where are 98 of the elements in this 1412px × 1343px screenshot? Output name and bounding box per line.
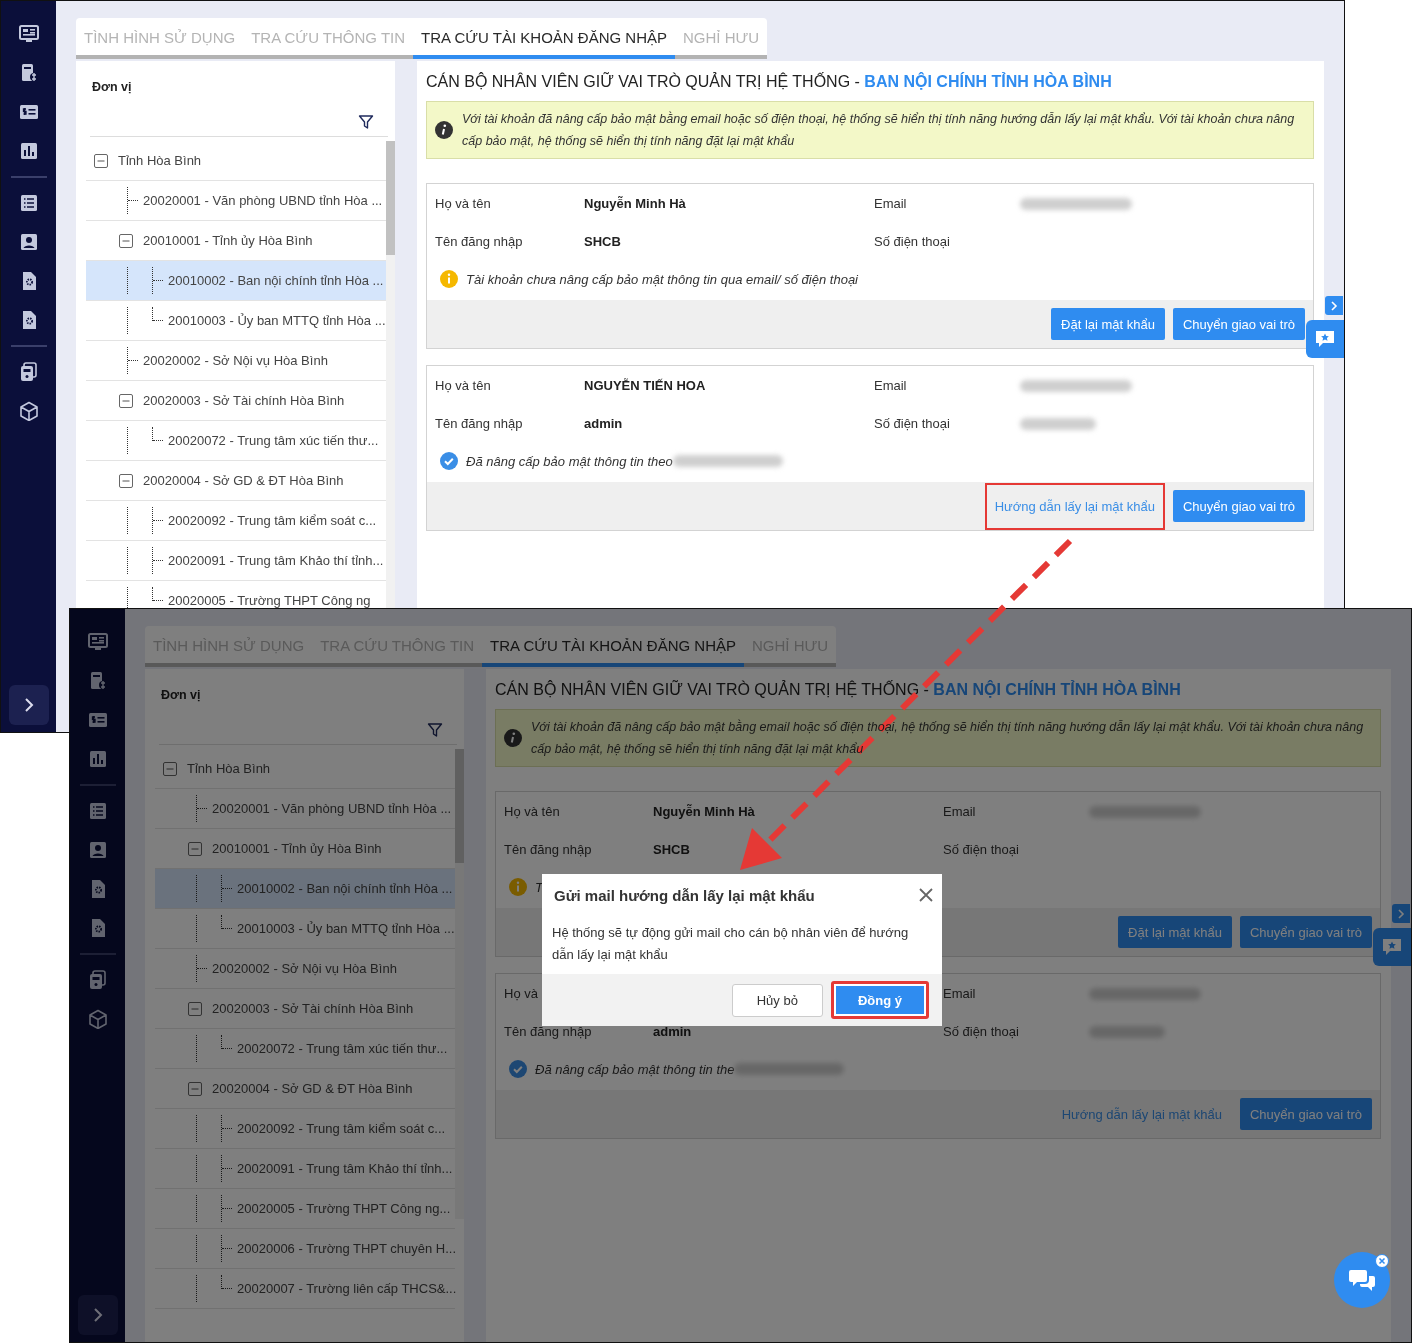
- field-label: Tên đăng nhập: [504, 1023, 593, 1039]
- field-label: Tên đăng nhập: [504, 841, 593, 857]
- contact-icon[interactable]: [18, 232, 39, 252]
- field-label: Họ và tên: [435, 377, 492, 393]
- field-label: Email: [874, 195, 907, 211]
- tree-item[interactable]: 20020002 - Sở Nội vụ Hòa Bình: [86, 341, 386, 381]
- field-value: admin: [584, 415, 623, 431]
- chevron-right-icon: [92, 1308, 103, 1322]
- action-button[interactable]: Đặt lại mật khẩu: [1118, 916, 1232, 948]
- feedback-button[interactable]: [1373, 928, 1411, 966]
- security-status: Tài khoản chưa nâng cấp bảo mật thông tin qua email/ số điện thoại: [466, 271, 858, 287]
- tree-item[interactable]: 20020007 - Trường liên cấp THCS&...: [155, 1269, 455, 1309]
- tree-item[interactable]: 20020091 - Trung tâm Khảo thí tỉnh...: [86, 541, 386, 581]
- cancel-button[interactable]: Hủy bỏ: [731, 983, 823, 1017]
- chevron-right-icon: [23, 698, 34, 712]
- field-label: Email: [874, 377, 907, 393]
- security-status: Đã nâng cấp bảo mật thông tin theo: [466, 453, 673, 469]
- side-toggle-button[interactable]: [1392, 904, 1410, 923]
- collapse-icon[interactable]: [188, 1081, 202, 1096]
- tree-item[interactable]: 20020072 - Trung tâm xúc tiến thư...: [86, 421, 386, 461]
- expand-sidebar-button[interactable]: [8, 685, 49, 725]
- tree-item[interactable]: Tỉnh Hòa Bình: [86, 141, 386, 181]
- section-title: CÁN BỘ NHÂN VIÊN GIỮ VAI TRÒ QUẢN TRỊ HỆ THỐNG -: [426, 73, 860, 90]
- field-label: Tên đăng nhập: [435, 415, 524, 431]
- field-value: admin: [653, 1023, 692, 1039]
- chat-icon: [1348, 1268, 1376, 1292]
- tree-item[interactable]: 20020003 - Sở Tài chính Hòa Bình: [86, 381, 386, 421]
- tree-item[interactable]: 20020092 - Trung tâm kiểm soát c...: [86, 501, 386, 541]
- collapse-icon[interactable]: [94, 153, 108, 168]
- collapse-icon[interactable]: [188, 1001, 202, 1016]
- tree-item[interactable]: 20020004 - Sở GD & ĐT Hòa Bình: [86, 461, 386, 501]
- tree-item[interactable]: 20020004 - Sở GD & ĐT Hòa Bình: [155, 1069, 455, 1109]
- scrollbar[interactable]: [385, 141, 395, 611]
- tree-item[interactable]: 20020003 - Sở Tài chính Hòa Bình: [155, 989, 455, 1029]
- collapse-icon[interactable]: [119, 393, 133, 408]
- cube-icon[interactable]: [18, 401, 39, 421]
- field-value: SHCB: [653, 841, 690, 857]
- action-button[interactable]: Chuyển giao vai trò: [1240, 1098, 1372, 1130]
- action-button[interactable]: Chuyển giao vai trò: [1173, 308, 1305, 340]
- chevron-right-icon: [1397, 908, 1405, 919]
- field-label: Số điện thoại: [943, 1023, 1019, 1039]
- field-label: Họ và tên: [435, 195, 492, 211]
- field-label: Email: [943, 803, 976, 819]
- star-speech-bubble-icon: [1382, 938, 1402, 956]
- tree-item[interactable]: 20010003 - Ủy ban MTTQ tỉnh Hòa ...: [86, 301, 386, 341]
- info-icon: [435, 121, 453, 139]
- field-label: Số điện thoại: [943, 841, 1019, 857]
- field-label: Số điện thoại: [874, 415, 950, 431]
- confirm-button[interactable]: Đồng ý: [830, 981, 929, 1019]
- collapse-icon[interactable]: [163, 761, 177, 776]
- action-button[interactable]: Đặt lại mật khẩu: [1051, 308, 1165, 340]
- monitor-icon[interactable]: [18, 24, 39, 44]
- field-label: Họ và tên: [504, 803, 561, 819]
- panel-title: Đơn vị: [160, 687, 201, 702]
- tree-item[interactable]: Tỉnh Hòa Bình: [155, 749, 455, 789]
- tree-item[interactable]: 20020005 - Trường THPT Công ng...: [155, 1189, 455, 1229]
- info-icon: [504, 729, 522, 747]
- action-button[interactable]: Chuyển giao vai trò: [1240, 916, 1372, 948]
- panel-title: Đơn vị: [91, 79, 132, 94]
- field-label: Email: [943, 985, 976, 1001]
- star-speech-bubble-icon: [1315, 330, 1335, 348]
- dollar-card-icon[interactable]: [18, 102, 39, 122]
- tab[interactable]: NGHỈ HƯU: [675, 18, 768, 59]
- scrollbar[interactable]: [455, 749, 464, 1219]
- security-status: Đã nâng cấp bảo mật thông tin the: [535, 1061, 735, 1077]
- dialog-message: Hệ thống sẽ tự động gửi mail cho cán bộ nhân viên để hướng dẫn lấy lại mật khẩu: [551, 924, 910, 964]
- collapse-icon[interactable]: [119, 233, 133, 248]
- recover-password-link[interactable]: Hướng dẫn lấy lại mật khẩu: [1051, 1098, 1232, 1130]
- dialog-title: Gửi mail hướng dẫn lấy lại mật khẩu: [554, 886, 815, 904]
- field-label: Tên đăng nhập: [435, 233, 524, 249]
- unit-name: BAN NỘI CHÍNH TỈNH HÒA BÌNH: [864, 73, 1112, 90]
- list-icon[interactable]: [18, 193, 39, 213]
- field-value: Nguyễn Minh Hà: [584, 195, 686, 211]
- recover-password-link[interactable]: Hướng dẫn lấy lại mật khẩu: [984, 482, 1165, 530]
- action-button[interactable]: Chuyển giao vai trò: [1173, 490, 1305, 522]
- tree-item[interactable]: 20020001 - Văn phòng UBND tỉnh Hòa ...: [86, 181, 386, 221]
- field-value: SHCB: [584, 233, 621, 249]
- close-icon[interactable]: [918, 887, 934, 903]
- tab[interactable]: TÌNH HÌNH SỬ DỤNG: [76, 18, 244, 59]
- field-value: NGUYỄN TIẾN HOA: [584, 377, 706, 393]
- bar-chart-icon[interactable]: [18, 141, 39, 161]
- field-label: Họ và: [504, 985, 539, 1001]
- filter-icon[interactable]: [358, 114, 374, 130]
- info-notice: Với tài khoản đã nâng cấp bảo mật bằng email hoặc số điện thoại, hệ thống sẽ hiển thị tính năng hướng dẫn lấy lại mật khẩu. Với tài khoản chưa nâng cấp bảo mật, hệ thống sẽ hiển thị tính năng đặt lại mật khẩu: [426, 101, 1314, 159]
- section-title: CÁN BỘ NHÂN VIÊN GIỮ VAI TRÒ QUẢN TRỊ HỆ THỐNG -: [495, 681, 929, 698]
- field-value: Nguyễn Minh Hà: [653, 803, 755, 819]
- tree-item[interactable]: 20020006 - Trường THPT chuyên H...: [155, 1229, 455, 1269]
- calculator-card-icon[interactable]: [18, 362, 39, 382]
- unit-name: BAN NỘI CHÍNH TỈNH HÒA BÌNH: [933, 681, 1181, 698]
- collapse-icon[interactable]: [188, 841, 202, 856]
- tab[interactable]: TRA CỨU THÔNG TIN: [243, 18, 414, 59]
- chevron-right-icon: [1330, 300, 1338, 311]
- side-toggle-button[interactable]: [1325, 296, 1343, 315]
- field-label: Số điện thoại: [874, 233, 950, 249]
- feedback-button[interactable]: [1306, 320, 1344, 358]
- tree-item[interactable]: 20010002 - Ban nội chính tỉnh Hòa ...: [155, 869, 455, 909]
- tree-item[interactable]: 20010002 - Ban nội chính tỉnh Hòa ...: [86, 261, 386, 301]
- collapse-icon[interactable]: [119, 473, 133, 488]
